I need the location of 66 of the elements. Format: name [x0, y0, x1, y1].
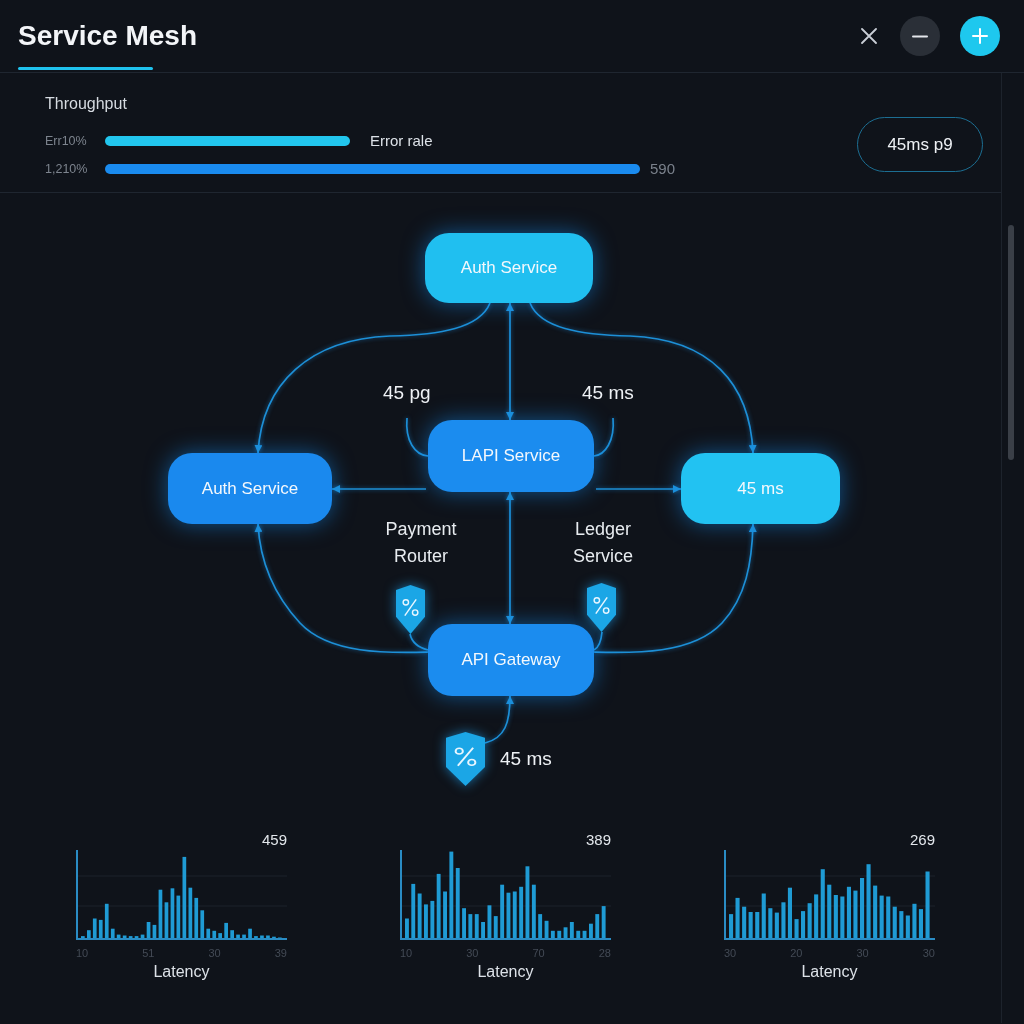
close-icon: [861, 28, 877, 44]
histogram-bar: [254, 936, 258, 939]
metric-label: Err10%: [45, 132, 88, 150]
axis-tick-label: 30: [856, 946, 869, 960]
scrollbar-thumb[interactable]: [1008, 225, 1014, 460]
histogram-bar: [272, 936, 276, 939]
histogram-bar: [794, 919, 799, 939]
histogram-bar: [236, 934, 240, 939]
service-node: API Gateway: [428, 624, 594, 696]
connector-arrow: [484, 695, 514, 744]
histogram-bar: [481, 922, 485, 939]
histogram-bar: [260, 935, 264, 939]
connector-line: [409, 633, 429, 651]
window-title: Service Mesh: [18, 19, 197, 53]
histogram-bar: [230, 930, 234, 939]
edge-label: Payment Router: [384, 518, 458, 568]
edge-label: Ledger Service: [572, 518, 634, 568]
edge-label: 45 ms: [582, 381, 634, 405]
service-node: Auth Service: [168, 453, 332, 524]
peak-value: 389: [585, 831, 611, 848]
shield-icon: [587, 583, 616, 632]
minus-button[interactable]: [900, 16, 940, 56]
histogram-bar: [589, 923, 593, 939]
histogram-bar: [405, 918, 409, 939]
axis-tick-label: 30: [208, 946, 221, 960]
histogram-bar: [853, 890, 858, 939]
service-node: Auth Service: [425, 233, 593, 303]
shield-icon: [396, 585, 425, 634]
histogram-bar: [242, 934, 246, 939]
metric-label: 1,210%: [45, 160, 89, 178]
service-node: LAPI Service: [428, 420, 594, 492]
axis-title: Latency: [153, 963, 210, 980]
histogram-bar: [443, 891, 447, 939]
minus-icon: [912, 34, 928, 38]
connector-line: [593, 417, 615, 457]
plus-icon: [972, 28, 988, 44]
axis-title: Latency: [477, 963, 534, 980]
edge-label: 45 pg: [383, 381, 431, 405]
connector-line: [593, 631, 603, 651]
close-button[interactable]: [858, 25, 880, 47]
metric-title: Throughput: [45, 94, 128, 114]
edge-label: 45 ms: [500, 747, 552, 771]
metric-note: Error rale: [370, 131, 433, 151]
axis-tick-label: 28: [598, 946, 611, 960]
histogram-bar: [248, 928, 252, 939]
service-node: 45 ms: [681, 453, 840, 524]
shield-icon: [446, 732, 485, 786]
histogram-bar: [224, 922, 228, 939]
peak-value: 459: [261, 831, 287, 848]
axis-tick-label: 20: [790, 946, 803, 960]
axis-tick-label: 30: [922, 946, 935, 960]
histogram-bar: [424, 904, 428, 939]
histogram-bar: [462, 908, 466, 939]
axis-tick-label: 51: [142, 946, 155, 960]
axis-tick-label: 30: [466, 946, 479, 960]
axis-tick-label: 39: [274, 946, 287, 960]
axis-tick-label: 70: [532, 946, 545, 960]
peak-value: 269: [909, 831, 935, 848]
axis-tick-label: 30: [724, 946, 737, 960]
histogram-bar: [81, 936, 85, 939]
histogram-bar: [266, 935, 270, 939]
metric-note: 590: [650, 159, 676, 179]
histogram-bar: [925, 871, 930, 939]
connector-line: [405, 417, 429, 457]
plus-button[interactable]: [960, 16, 1000, 56]
axis-title: Latency: [801, 963, 858, 980]
